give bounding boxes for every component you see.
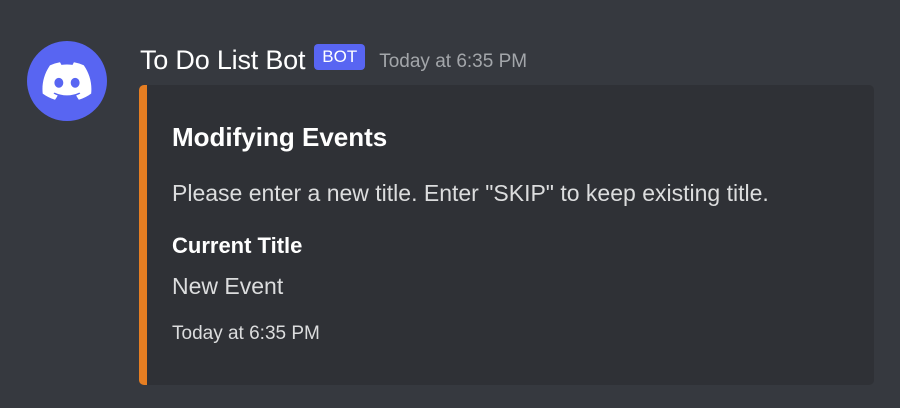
embed-field-name: Current Title xyxy=(172,233,303,258)
chat-message: To Do List Bot BOT Today at 6:35 PM Modi… xyxy=(0,0,900,408)
avatar[interactable] xyxy=(27,41,107,121)
message-header: To Do List Bot BOT Today at 6:35 PM xyxy=(140,41,527,79)
discord-logo-icon xyxy=(42,62,92,100)
username[interactable]: To Do List Bot xyxy=(140,45,305,76)
message-timestamp: Today at 6:35 PM xyxy=(379,51,528,72)
embed-title: Modifying Events xyxy=(172,122,388,152)
embed-description: Please enter a new title. Enter "SKIP" t… xyxy=(172,180,769,206)
embed: Modifying Events Please enter a new titl… xyxy=(139,85,874,385)
embed-footer-timestamp: Today at 6:35 PM xyxy=(172,323,320,344)
embed-field-value: New Event xyxy=(172,273,284,299)
bot-tag: BOT xyxy=(314,44,366,70)
